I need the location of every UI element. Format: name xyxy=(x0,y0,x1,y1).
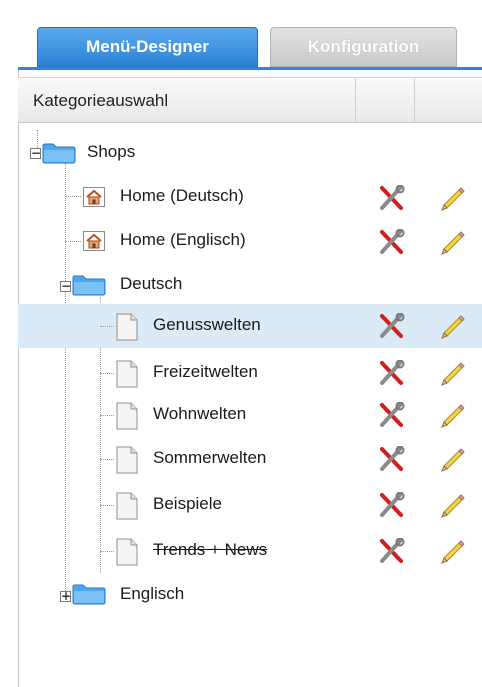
column-separator xyxy=(414,78,415,123)
column-separator xyxy=(355,78,356,123)
tree-node-label: Shops xyxy=(87,142,136,161)
home-icon xyxy=(83,231,105,251)
tree-node-home-deutsch[interactable]: Home (Deutsch) xyxy=(18,175,482,219)
tree-node-label: Home (Englisch) xyxy=(120,230,246,249)
pencil-icon[interactable] xyxy=(439,228,467,256)
tree-node-label: Home (Deutsch) xyxy=(120,186,244,205)
column-header: Kategorieauswahl xyxy=(18,77,482,123)
folder-icon xyxy=(72,275,106,296)
column-header-label: Kategorieauswahl xyxy=(33,91,169,110)
tools-icon[interactable] xyxy=(377,446,405,472)
page-icon xyxy=(116,538,138,566)
pencil-icon[interactable] xyxy=(439,312,467,340)
pencil-icon[interactable] xyxy=(439,445,467,473)
tree-node-label: Sommerwelten xyxy=(153,448,267,467)
tab-menu-designer[interactable]: Menü-Designer xyxy=(37,27,258,67)
tools-icon[interactable] xyxy=(377,185,405,211)
tree-node-label: Beispiele xyxy=(153,494,222,513)
expand-toggle[interactable]: + xyxy=(60,590,71,602)
tools-icon[interactable] xyxy=(377,229,405,255)
pencil-icon[interactable] xyxy=(439,491,467,519)
pencil-icon[interactable] xyxy=(439,359,467,387)
tree-node-beispiele[interactable]: Beispiele xyxy=(18,483,482,527)
tree-node-shops[interactable]: − Shops xyxy=(18,131,482,175)
tree-node-freizeitwelten[interactable]: Freizeitwelten xyxy=(18,351,482,395)
tree-node-sommerwelten[interactable]: Sommerwelten xyxy=(18,437,482,481)
page-icon xyxy=(116,360,138,388)
page-icon xyxy=(116,313,138,341)
pencil-icon[interactable] xyxy=(439,537,467,565)
tree-connector xyxy=(100,373,114,374)
tree-node-label: Trends + News xyxy=(153,540,268,559)
tools-icon[interactable] xyxy=(377,538,405,564)
tree-connector xyxy=(100,551,114,552)
collapse-toggle[interactable]: − xyxy=(30,147,41,159)
tab-konfiguration[interactable]: Konfiguration xyxy=(270,27,457,67)
tree-node-trends-news[interactable]: Trends + News xyxy=(18,529,482,573)
tree-node-wohnwelten[interactable]: Wohnwelten xyxy=(18,393,482,437)
page-icon xyxy=(116,492,138,520)
tree-node-label: Genusswelten xyxy=(153,315,261,334)
tools-icon[interactable] xyxy=(377,402,405,428)
tree-connector xyxy=(100,415,114,416)
page-icon xyxy=(116,402,138,430)
tree-node-englisch[interactable]: + Englisch xyxy=(18,573,482,617)
pencil-icon[interactable] xyxy=(439,184,467,212)
folder-icon xyxy=(42,143,76,164)
tree-node-home-englisch[interactable]: Home (Englisch) xyxy=(18,219,482,263)
tree-node-genusswelten[interactable]: Genusswelten xyxy=(18,304,482,348)
tools-icon[interactable] xyxy=(377,360,405,386)
tree-node-label: Freizeitwelten xyxy=(153,362,258,381)
tools-icon[interactable] xyxy=(377,492,405,518)
tree-node-deutsch[interactable]: − Deutsch xyxy=(18,263,482,307)
tree-node-label: Englisch xyxy=(120,584,185,603)
tree-node-label: Deutsch xyxy=(120,274,183,293)
pencil-icon[interactable] xyxy=(439,401,467,429)
tab-bar: Menü-Designer Konfiguration xyxy=(0,0,482,70)
tree-connector xyxy=(100,459,114,460)
tree-connector xyxy=(100,326,114,327)
tree-node-label: Wohnwelten xyxy=(153,404,247,423)
tree-connector xyxy=(100,505,114,506)
collapse-toggle[interactable]: − xyxy=(60,280,71,292)
tools-icon[interactable] xyxy=(377,313,405,339)
home-icon xyxy=(83,187,105,207)
folder-icon xyxy=(72,584,106,605)
page-icon xyxy=(116,446,138,474)
